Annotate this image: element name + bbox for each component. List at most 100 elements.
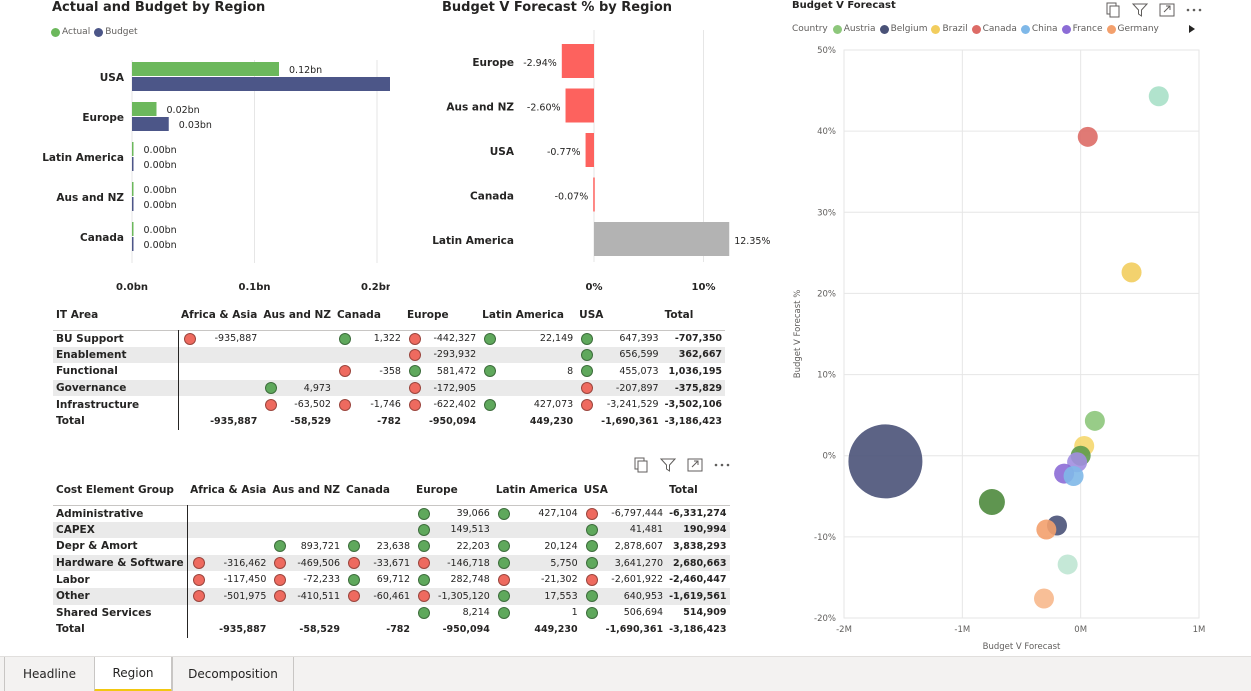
scatter-point[interactable] [1036, 519, 1057, 540]
column-header[interactable]: USA [581, 475, 666, 505]
kpi-indicator-icon [183, 332, 196, 345]
kpi-indicator-icon [192, 557, 205, 570]
legend-item-austria[interactable]: Austria [832, 24, 876, 34]
legend-item-belgium[interactable]: Belgium [879, 24, 927, 34]
column-header[interactable]: Aus and NZ [260, 300, 334, 330]
focus-mode-icon[interactable] [686, 457, 704, 473]
bar-actual [132, 102, 157, 116]
total-cell: -935,887 [210, 415, 258, 427]
bar-budget [132, 237, 134, 251]
x-tick-label: -1M [954, 625, 970, 635]
copy-icon[interactable] [632, 457, 650, 473]
value-cell [211, 505, 270, 522]
tab-headline[interactable]: Headline [4, 657, 95, 691]
column-header[interactable]: Total [662, 300, 725, 330]
column-header[interactable]: Europe [404, 300, 479, 330]
value-cell: 455,073 [619, 365, 659, 377]
copy-icon[interactable] [1104, 2, 1122, 18]
matrix-row[interactable]: Functional -358 581,472 8 455,073 1,036,195 [53, 363, 725, 380]
row-header: Total [53, 621, 188, 638]
page-tabs: Headline Region Decomposition [0, 656, 1251, 691]
matrix-row[interactable]: CAPEX 149,513 41,481 190,994 [53, 521, 730, 539]
column-header[interactable]: Latin America [479, 300, 576, 330]
kpi-indicator-cell [413, 554, 436, 572]
kpi-indicator-cell [492, 587, 520, 605]
matrix-row[interactable]: Hardware & Software -316,462 -469,506 -33,6… [53, 554, 730, 572]
matrix-row[interactable]: Shared Services 8,214 1 506,694 514,909 [53, 604, 730, 622]
column-header[interactable]: Africa & Asia [187, 475, 269, 505]
column-header[interactable]: IT Area [53, 300, 178, 330]
kpi-indicator-cell [334, 363, 356, 380]
column-header[interactable]: Europe [413, 475, 493, 505]
legend-item-france[interactable]: France [1061, 24, 1103, 34]
bar-actual [132, 182, 134, 196]
column-header[interactable]: Aus and NZ [269, 475, 343, 505]
value-cell: 656,599 [598, 346, 662, 364]
value-cell: -172,905 [425, 379, 480, 397]
column-header[interactable]: Latin America [493, 475, 581, 505]
category-label: Canada [470, 191, 514, 203]
kpi-indicator-cell [479, 379, 502, 397]
value-cell: -469,506 [292, 554, 344, 572]
scatter-point[interactable] [1121, 262, 1142, 283]
scatter-point[interactable] [1063, 466, 1084, 486]
bar-budget [132, 157, 134, 171]
value-cell: 2,878,607 [614, 540, 664, 552]
matrix-row[interactable]: Labor -117,450 -72,233 69,712 282,748 -21,302… [53, 571, 730, 588]
y-tick-label: 40% [817, 127, 836, 137]
scatter-point[interactable] [978, 488, 1005, 515]
kpi-indicator-cell [493, 505, 520, 522]
focus-mode-icon[interactable] [1158, 2, 1176, 18]
filter-icon[interactable] [659, 457, 677, 473]
y-axis-label: Budget V Forecast % [793, 290, 803, 379]
tab-decomposition[interactable]: Decomposition [172, 657, 294, 691]
column-header[interactable]: USA [576, 300, 661, 330]
more-options-icon[interactable] [1185, 2, 1203, 18]
column-header[interactable]: Total [666, 475, 729, 505]
total-cell: -950,094 [428, 415, 477, 427]
matrix-row[interactable]: Depr & Amort 893,721 23,638 22,203 20,124 2,8… [53, 538, 730, 555]
kpi-indicator-cell [581, 621, 603, 638]
legend-item-actual[interactable]: Actual [51, 27, 90, 37]
column-header[interactable]: Cost Element Group [53, 475, 187, 505]
kpi-indicator-icon [408, 398, 421, 411]
legend-item-canada[interactable]: Canada [971, 24, 1017, 34]
kpi-indicator-icon [497, 507, 510, 520]
column-header[interactable]: Africa & Asia [178, 300, 260, 330]
matrix-row[interactable]: Enablement -293,932 656,599 362,667 [53, 346, 726, 364]
tab-region[interactable]: Region [94, 657, 172, 691]
legend-item-china[interactable]: China [1020, 24, 1058, 34]
kpi-indicator-icon [348, 573, 361, 586]
column-header[interactable]: Canada [334, 300, 404, 330]
legend-item-budget[interactable]: Budget [94, 27, 138, 37]
data-label: 0.00bn [144, 145, 177, 156]
column-header[interactable]: Canada [343, 475, 413, 505]
scatter-point[interactable] [1077, 126, 1098, 147]
matrix-row[interactable]: Governance 4,973 -172,905 -207,897 -375,829 [53, 379, 726, 397]
filter-icon[interactable] [1131, 2, 1149, 18]
matrix-row[interactable]: BU Support -935,887 1,322 -442,327 22,149 647… [53, 330, 725, 347]
matrix-row[interactable]: Other -501,975 -410,511 -60,461 -1,305,120 17… [53, 587, 730, 605]
scatter-point[interactable] [1148, 86, 1169, 107]
x-tick-label: 10% [692, 282, 716, 293]
scatter-point[interactable] [1057, 554, 1078, 575]
kpi-indicator-icon [581, 332, 594, 345]
legend-next-icon[interactable] [1188, 24, 1196, 34]
row-total-cell: -2,460,447 [669, 574, 727, 586]
legend-item-brazil[interactable]: Brazil [931, 24, 968, 34]
kpi-indicator-cell [333, 346, 356, 364]
value-cell: 23,638 [376, 540, 411, 552]
more-options-icon[interactable] [713, 457, 731, 473]
matrix-row[interactable]: Administrative 39,066 427,104 -6,797,444 -6,… [53, 505, 730, 522]
kpi-indicator-cell [479, 413, 501, 430]
value-cell [292, 605, 343, 622]
data-label: 0.00bn [144, 225, 177, 236]
matrix-row[interactable]: Infrastructure -63,502 -1,746 -622,402 427,0… [53, 396, 725, 413]
legend-item-germany[interactable]: Germany [1106, 24, 1159, 34]
row-total-cell: -6,331,274 [669, 508, 727, 520]
value-cell: 22,149 [539, 333, 574, 345]
scatter-point[interactable] [1033, 588, 1054, 609]
scatter-point[interactable] [848, 424, 923, 499]
scatter-point[interactable] [1084, 410, 1105, 431]
kpi-indicator-icon [274, 540, 287, 553]
